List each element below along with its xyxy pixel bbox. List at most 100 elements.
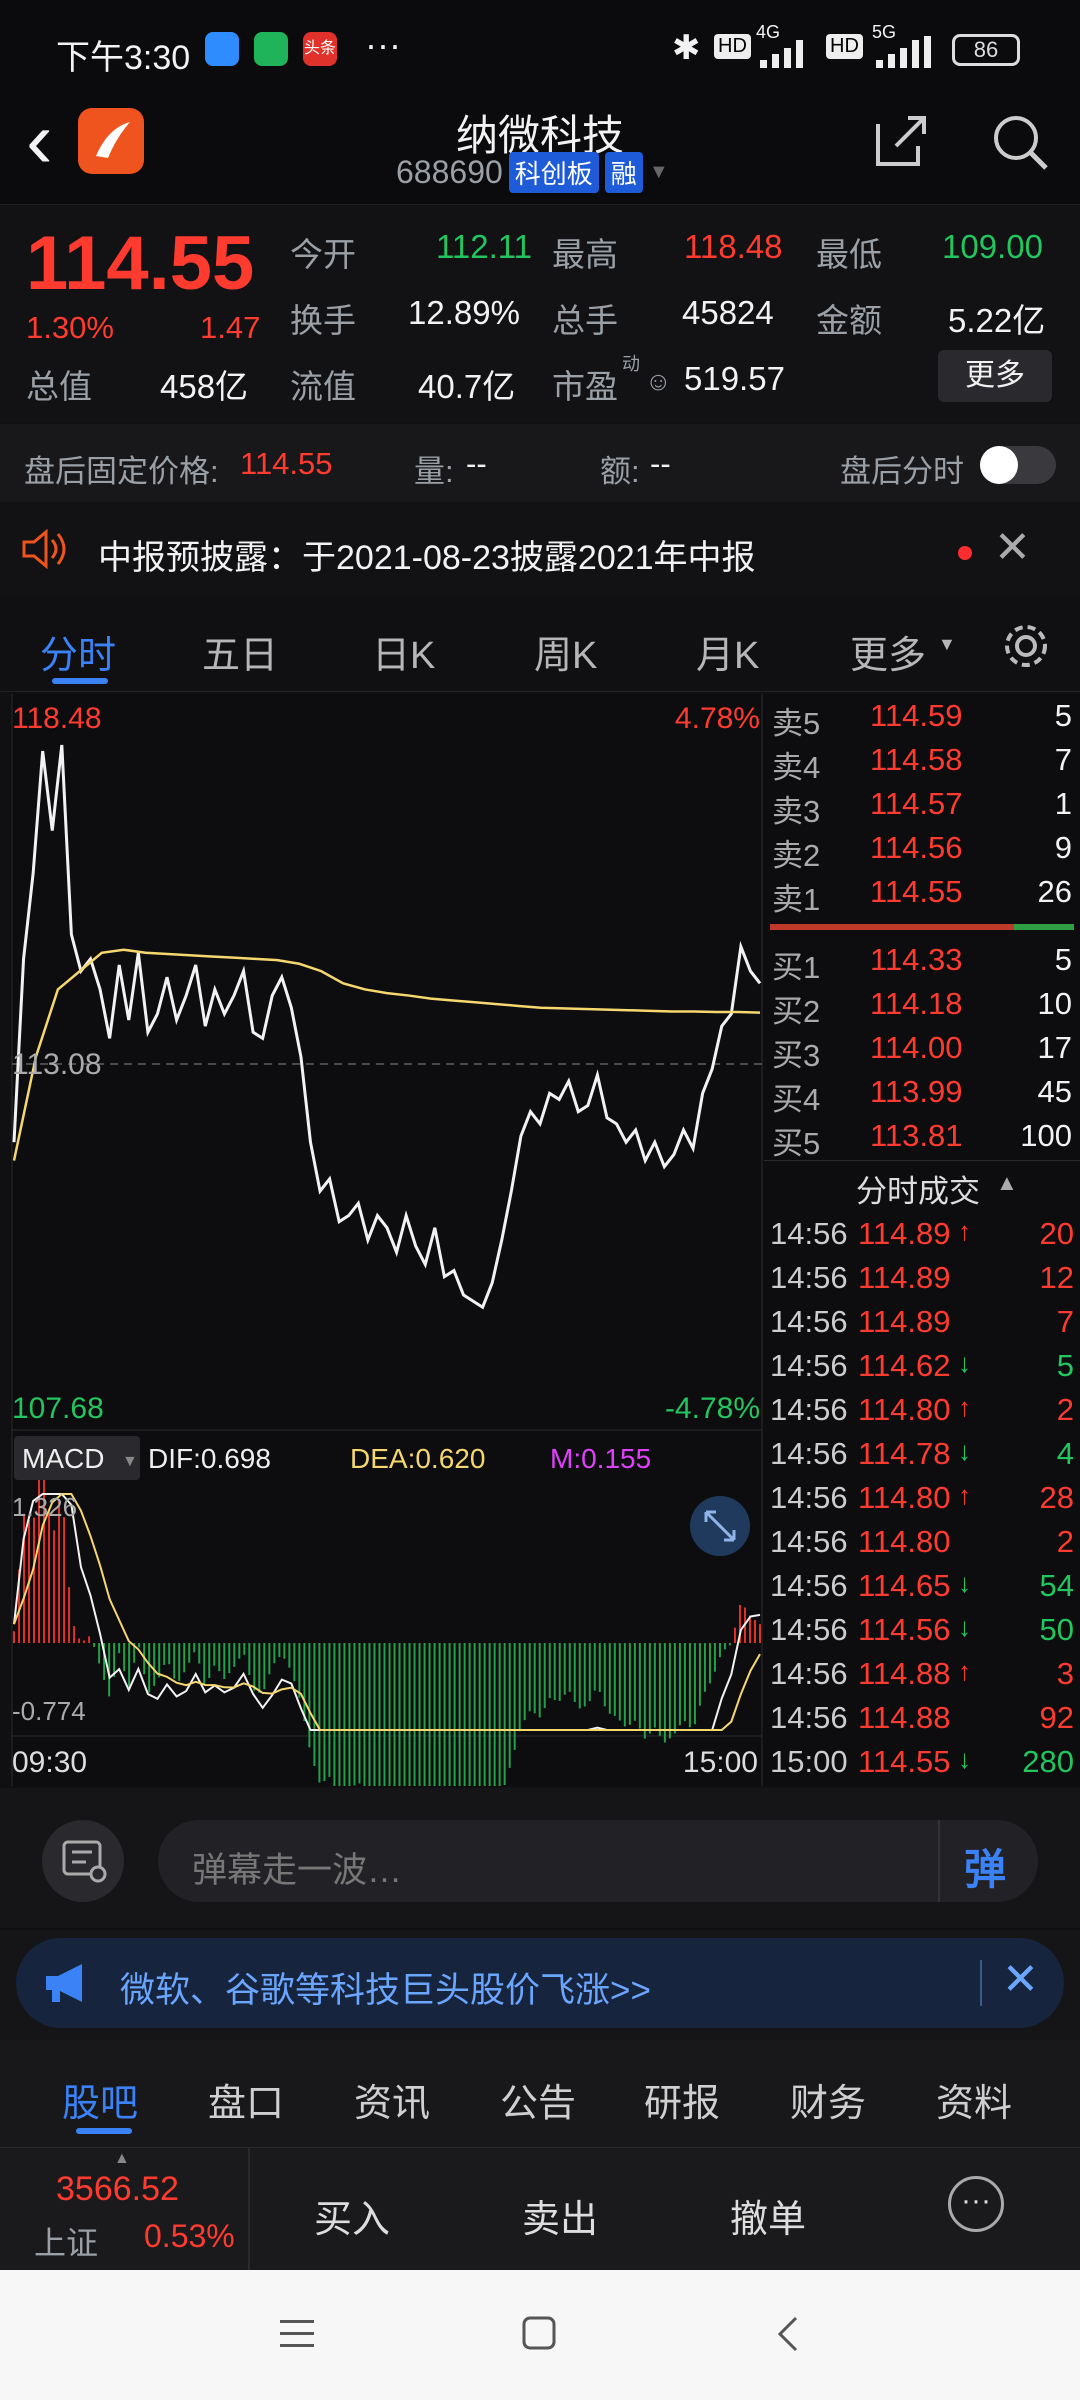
settings-icon[interactable]	[1000, 620, 1052, 672]
trades-title[interactable]: 分时成交	[856, 1166, 980, 1211]
promo-banner[interactable]: 微软、谷歌等科技巨头股价飞涨>> ✕	[16, 1938, 1064, 2028]
status-time: 下午3:30	[56, 39, 191, 77]
danmaku-settings-button[interactable]	[42, 1820, 124, 1902]
back-nav-icon[interactable]	[770, 2312, 810, 2356]
trade-volume: 2	[1056, 1392, 1074, 1427]
tab-research[interactable]: 研报	[644, 2072, 720, 2127]
menu-icon[interactable]	[278, 2316, 318, 2352]
ask-bar	[770, 924, 1014, 930]
trades-collapse-icon[interactable]: ▲	[996, 1170, 1018, 1196]
high-label: 最高	[552, 236, 618, 273]
bid-volume: 45	[1037, 1074, 1072, 1109]
y-bottom-label: 107.68	[12, 1392, 104, 1425]
hd-icon: HD	[714, 34, 751, 59]
afterhours-toggle[interactable]	[980, 446, 1056, 484]
pe-dynamic-mark: 动	[622, 354, 640, 374]
y-bottom-pct-label: -4.78%	[665, 1392, 760, 1425]
dropdown-icon[interactable]: ▼	[649, 161, 669, 184]
order-book: 卖5 114.59 5 卖4 114.58 7 卖3 114.57 1 卖2 1…	[764, 694, 1080, 1786]
tab-announcements[interactable]: 公告	[500, 2072, 576, 2127]
tab-weekly-k[interactable]: 周K	[534, 624, 597, 679]
tab-profile[interactable]: 资料	[936, 2072, 1012, 2127]
tab-finance[interactable]: 财务	[790, 2072, 866, 2127]
bid-price: 114.00	[870, 1030, 963, 1065]
trade-row: 14:56 114.65 ↓ 54	[770, 1568, 1074, 1612]
tab-daily-k[interactable]: 日K	[372, 624, 435, 679]
stock-code: 688690	[396, 153, 503, 190]
share-icon[interactable]	[872, 110, 932, 170]
tab-five-day[interactable]: 五日	[202, 624, 278, 679]
tab-forum[interactable]: 股吧	[62, 2072, 138, 2127]
pe-info-icon[interactable]: ☺	[645, 366, 672, 397]
buy-button[interactable]: 买入	[314, 2188, 390, 2243]
bid-level-label: 买4	[772, 1082, 821, 1117]
trade-row: 14:56 114.80 2	[770, 1524, 1074, 1568]
ask-price: 114.58	[870, 742, 963, 777]
trade-direction-icon: ↑	[958, 1480, 971, 1510]
change-percent: 1.30%	[26, 310, 114, 345]
tab-orderbook[interactable]: 盘口	[208, 2072, 284, 2127]
tab-more[interactable]: 更多	[850, 624, 926, 679]
ask-volume: 5	[1054, 698, 1072, 733]
ask-row[interactable]: 卖1 114.55 26	[772, 874, 1072, 918]
bid-level-label: 买1	[772, 950, 821, 985]
trade-price: 114.88	[858, 1700, 951, 1735]
afterhours-amt-label: 额:	[600, 454, 640, 489]
search-icon[interactable]	[988, 110, 1052, 174]
notice-bar[interactable]: 中报预披露：于2021-08-23披露2021年中报 ✕	[0, 504, 1080, 596]
ask-row[interactable]: 卖5 114.59 5	[772, 698, 1072, 742]
pe-value: 519.57	[684, 360, 785, 397]
tab-monthly-k[interactable]: 月K	[696, 624, 759, 679]
sell-button[interactable]: 卖出	[522, 2188, 598, 2243]
bid-row[interactable]: 买5 113.81 100	[772, 1118, 1072, 1162]
bid-row[interactable]: 买1 114.33 5	[772, 942, 1072, 986]
macd-top-label: 1.326	[12, 1492, 77, 1522]
danmaku-input[interactable]: 弹幕走一波… 弹	[158, 1820, 1038, 1902]
ask-row[interactable]: 卖2 114.56 9	[772, 830, 1072, 874]
trade-time: 14:56	[770, 1480, 848, 1515]
bid-price: 113.99	[870, 1074, 963, 1109]
home-icon[interactable]	[520, 2314, 560, 2354]
hd-icon-2: HD	[826, 34, 863, 59]
bid-row[interactable]: 买2 114.18 10	[772, 986, 1072, 1030]
cancel-order-button[interactable]: 撤单	[730, 2188, 806, 2243]
more-actions-icon[interactable]: ···	[948, 2176, 1004, 2232]
tab-news[interactable]: 资讯	[354, 2072, 430, 2127]
pe-label: 市盈	[552, 368, 618, 405]
trade-price: 114.80	[858, 1392, 951, 1427]
trade-price: 114.80	[858, 1524, 951, 1559]
more-info-button[interactable]: 更多	[938, 350, 1052, 402]
trade-time: 14:56	[770, 1656, 848, 1691]
tab-intraday[interactable]: 分时	[40, 624, 116, 679]
ask-row[interactable]: 卖4 114.58 7	[772, 742, 1072, 786]
trade-volume: 50	[1039, 1612, 1074, 1647]
trade-row: 14:56 114.89 ↑ 20	[770, 1216, 1074, 1260]
index-widget[interactable]: ▲ 3566.52 上证 0.53%	[0, 2148, 248, 2270]
margin-badge: 融	[604, 151, 643, 193]
news-notification-icon: 头条	[303, 32, 337, 66]
trade-price: 114.80	[858, 1480, 951, 1515]
danmaku-settings-icon	[62, 1840, 107, 1883]
trade-bar: ▲ 3566.52 上证 0.53% 买入 卖出 撤单 ···	[0, 2148, 1080, 2270]
trade-direction-icon: ↓	[958, 1436, 971, 1466]
bid-row[interactable]: 买4 113.99 45	[772, 1074, 1072, 1118]
trade-time: 14:56	[770, 1436, 848, 1471]
ask-level-label: 卖1	[772, 882, 821, 917]
ask-level-label: 卖2	[772, 838, 821, 873]
trade-time: 14:56	[770, 1612, 848, 1647]
open-value: 112.11	[436, 228, 533, 265]
low-value: 109.00	[942, 228, 1043, 265]
trade-time: 14:56	[770, 1260, 848, 1295]
bid-row[interactable]: 买3 114.00 17	[772, 1030, 1072, 1074]
afterhours-vol-label: 量:	[414, 454, 454, 489]
promo-close-icon[interactable]: ✕	[1002, 1954, 1039, 2005]
stock-header: ‹ 纳微科技 688690 科创板 融 ▼	[0, 100, 1080, 205]
trade-time: 14:56	[770, 1700, 848, 1735]
ask-row[interactable]: 卖3 114.57 1	[772, 786, 1072, 830]
notice-close-icon[interactable]: ✕	[994, 522, 1031, 573]
toggle-knob	[980, 446, 1018, 484]
trade-price: 114.56	[858, 1612, 951, 1647]
danmaku-send-button[interactable]: 弹	[964, 1836, 1006, 1897]
intraday-chart[interactable]: 118.48 4.78% 113.08 107.68 -4.78% MACD ▼…	[0, 694, 764, 1786]
trade-price: 114.88	[858, 1656, 951, 1691]
